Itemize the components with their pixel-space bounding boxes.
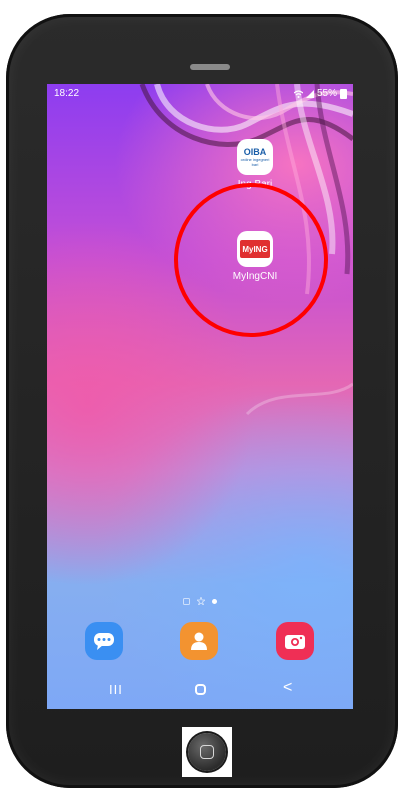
wifi-icon — [293, 89, 303, 98]
navigation-bar: III < — [47, 676, 353, 706]
status-time: 18:22 — [54, 88, 80, 99]
home-square-icon — [200, 745, 214, 759]
physical-home-button[interactable] — [188, 733, 226, 771]
battery-icon — [340, 88, 347, 99]
messages-app-icon[interactable] — [85, 622, 123, 660]
physical-home-button-area — [182, 727, 232, 777]
home-nav-button[interactable] — [195, 684, 206, 695]
oiba-logo-text: OIBA — [243, 146, 267, 157]
camera-icon — [285, 635, 305, 649]
oiba-app-icon: OIBA ordine ingegneri bari — [237, 139, 273, 175]
back-button[interactable]: < — [283, 679, 292, 697]
page-indicator — [47, 596, 353, 606]
phone-screen: 18:22 55% OIBA ordine ingegneri bari Ing… — [47, 84, 353, 709]
contacts-app-icon[interactable] — [180, 622, 218, 660]
signal-icon — [305, 89, 314, 98]
battery-percent: 55% — [316, 88, 337, 99]
recents-button[interactable]: III — [109, 682, 123, 697]
page-indicator-star-icon — [197, 597, 205, 605]
status-right: 55% — [293, 88, 347, 99]
status-bar: 18:22 55% — [47, 84, 353, 102]
dock — [47, 622, 353, 662]
wallpaper-swirl — [139, 84, 353, 416]
chat-bubble-icon — [94, 633, 114, 650]
highlight-circle-annotation — [174, 183, 328, 337]
page-indicator-dot-active — [212, 598, 217, 604]
page-indicator-home-icon — [183, 597, 190, 605]
earpiece-speaker — [190, 64, 230, 70]
camera-app-icon[interactable] — [276, 622, 314, 660]
person-icon — [191, 632, 207, 650]
oiba-logo-subtext: ordine ingegneri bari — [240, 156, 270, 167]
